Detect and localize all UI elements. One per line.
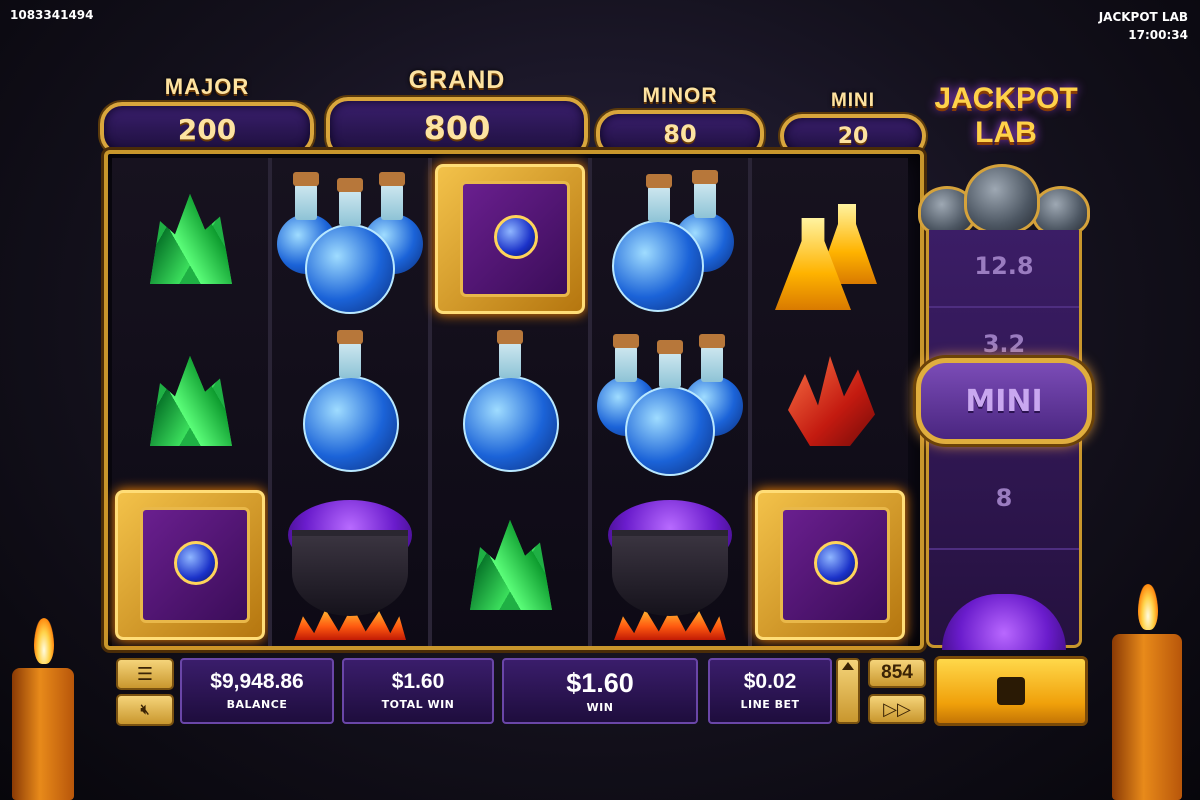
spell-book-icon — [115, 490, 265, 640]
line-bet-label: LINE BET — [740, 698, 800, 711]
purple-cauldron-icon — [280, 490, 420, 640]
green-crystal-symbol — [112, 320, 268, 482]
session-id: 1083341494 — [10, 8, 94, 22]
meter-divider — [929, 306, 1079, 308]
blue-potion-double-icon — [600, 164, 740, 314]
green-crystal-icon — [150, 194, 232, 284]
blue-potion-triple-symbol — [272, 158, 428, 320]
game-title: JACKPOT LAB — [1098, 10, 1188, 24]
reel-4 — [592, 158, 748, 646]
flame-icon — [1138, 584, 1158, 630]
jackpot-major: MAJOR 200 — [100, 74, 314, 156]
blue-potion-symbol — [272, 320, 428, 482]
flame-icon — [34, 618, 54, 664]
spin-counter[interactable]: 854 — [868, 658, 926, 688]
red-crystal-symbol — [752, 320, 908, 482]
spell-book-symbol — [752, 484, 908, 646]
meter-divider — [929, 548, 1079, 550]
fast-forward-icon: ▷▷ — [883, 698, 911, 720]
meter-highlight-mini: MINI — [916, 358, 1092, 444]
jackpot-mini-label: MINI — [830, 90, 876, 111]
logo-line-1: JACKPOT — [934, 82, 1078, 115]
candle-right — [1112, 634, 1182, 800]
balance-value: $9,948.86 — [210, 670, 304, 693]
meter-value: 8 — [995, 484, 1013, 512]
yellow-potion-double-icon — [765, 164, 895, 314]
blue-potion-triple-icon — [595, 326, 745, 476]
jackpot-minor: MINOR 80 — [596, 84, 764, 158]
jackpot-mini: MINI 20 — [780, 90, 926, 158]
total-win-display: $1.60 TOTAL WIN — [342, 658, 494, 724]
meter-value: 3.2 — [982, 330, 1026, 358]
red-crystal-icon — [788, 356, 875, 446]
blue-potion-double-symbol — [592, 158, 748, 320]
purple-cauldron-icon — [600, 490, 740, 640]
mute-icon: 🔇︎ — [140, 702, 150, 718]
green-crystal-symbol — [112, 158, 268, 320]
reel-5 — [752, 158, 908, 646]
stop-spin-button[interactable] — [934, 656, 1088, 726]
blue-potion-icon — [455, 326, 565, 476]
control-bar: ☰ 🔇︎ $9,948.86 BALANCE $1.60 TOTAL WIN $… — [106, 654, 1092, 728]
green-crystal-symbol — [432, 484, 588, 646]
yellow-potion-double-symbol — [752, 158, 908, 320]
jackpot-grand-label: GRAND — [408, 66, 506, 94]
clock: 17:00:34 — [1128, 28, 1188, 42]
bet-scrollbar[interactable] — [836, 658, 860, 724]
fast-forward-button[interactable]: ▷▷ — [868, 694, 926, 724]
green-crystal-icon — [470, 520, 552, 610]
reel-3 — [432, 158, 588, 646]
jackpot-major-value: 200 — [100, 102, 314, 156]
chevron-up-icon[interactable] — [842, 662, 854, 670]
menu-icon: ☰ — [136, 663, 154, 685]
game-logo: JACKPOT LAB — [934, 82, 1078, 150]
stop-icon — [997, 677, 1025, 705]
balance-label: BALANCE — [226, 698, 288, 711]
reel-1 — [112, 158, 268, 646]
blue-potion-icon — [295, 326, 405, 476]
jackpot-minor-label: MINOR — [642, 84, 718, 107]
green-crystal-icon — [150, 356, 232, 446]
spell-book-symbol — [432, 158, 588, 320]
reel-area — [104, 150, 924, 650]
line-bet-display[interactable]: $0.02 LINE BET — [708, 658, 832, 724]
meter-value: 12.8 — [974, 252, 1034, 280]
win-label: WIN — [586, 701, 614, 714]
candle-left — [12, 668, 74, 800]
logo-line-2: LAB — [975, 116, 1037, 149]
win-display: $1.60 WIN — [502, 658, 698, 724]
balance-display: $9,948.86 BALANCE — [180, 658, 334, 724]
blue-potion-triple-symbol — [592, 320, 748, 482]
sound-toggle-button[interactable]: 🔇︎ — [116, 694, 174, 726]
menu-button[interactable]: ☰ — [116, 658, 174, 690]
spell-book-symbol — [112, 484, 268, 646]
blue-potion-symbol — [432, 320, 588, 482]
win-value: $1.60 — [566, 668, 634, 698]
header-info: JACKPOT LAB 17:00:34 — [1099, 8, 1188, 44]
purple-cauldron-symbol — [272, 484, 428, 646]
jackpot-major-label: MAJOR — [164, 74, 250, 99]
purple-cauldron-symbol — [592, 484, 748, 646]
reel-2 — [272, 158, 428, 646]
spell-book-icon — [435, 164, 585, 314]
total-win-label: TOTAL WIN — [381, 698, 455, 711]
spell-book-icon — [755, 490, 905, 640]
line-bet-value: $0.02 — [743, 670, 797, 693]
total-win-value: $1.60 — [391, 670, 445, 693]
blue-potion-triple-icon — [275, 164, 425, 314]
jackpot-grand: GRAND 800 — [326, 66, 588, 159]
